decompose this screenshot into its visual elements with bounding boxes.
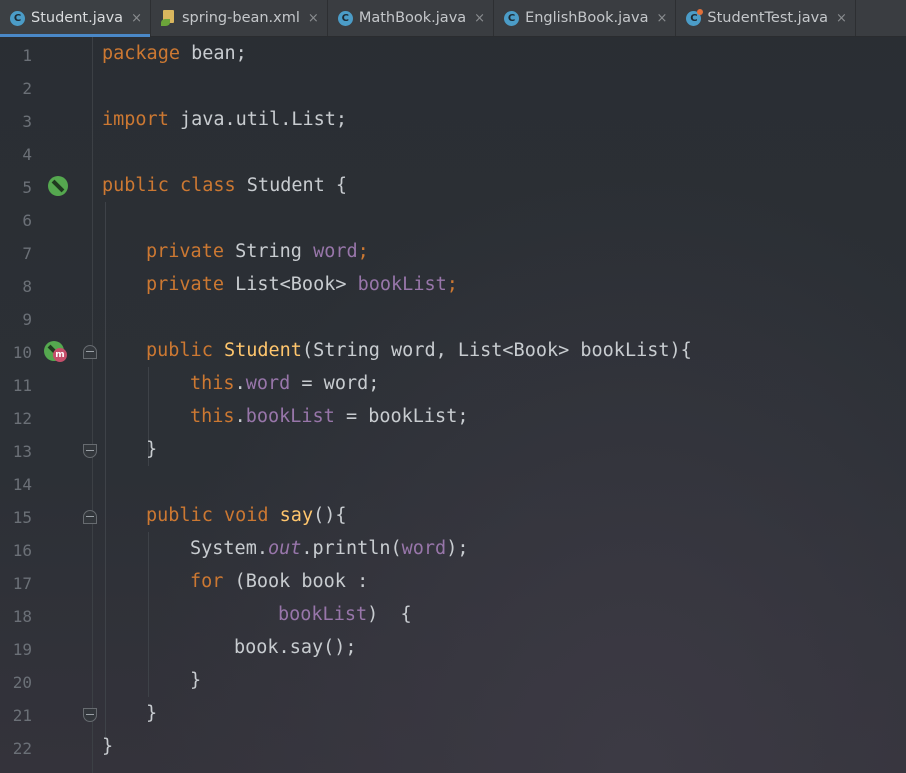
java-class-icon: C bbox=[504, 10, 520, 26]
code-line-17: for (Book book : bbox=[190, 571, 369, 592]
code-line-8: private List<Book> bookList; bbox=[146, 274, 458, 295]
line-number: 8 bbox=[22, 277, 32, 296]
line-number: 12 bbox=[12, 409, 32, 428]
line-number: 13 bbox=[12, 442, 32, 461]
tab-label: Student.java bbox=[31, 10, 124, 26]
code-line-16: System.out.println(word); bbox=[190, 538, 469, 559]
close-icon[interactable]: × bbox=[836, 11, 847, 26]
code-line-15: public void say(){ bbox=[146, 505, 347, 526]
spring-xml-icon bbox=[160, 10, 176, 26]
line-number: 10 bbox=[12, 343, 32, 362]
java-class-icon: C bbox=[337, 10, 353, 26]
tab-label: EnglishBook.java bbox=[525, 10, 649, 26]
code-line-12: this.bookList = bookList; bbox=[190, 406, 469, 427]
line-number: 20 bbox=[12, 673, 32, 692]
tab-studenttest-java[interactable]: C StudentTest.java × bbox=[676, 0, 856, 36]
line-number: 19 bbox=[12, 640, 32, 659]
tab-label: MathBook.java bbox=[358, 10, 467, 26]
method-badge-icon: m bbox=[53, 348, 67, 362]
code-line-13: } bbox=[146, 439, 158, 460]
close-icon[interactable]: × bbox=[131, 11, 142, 26]
spring-bean-icon[interactable] bbox=[48, 176, 68, 196]
line-number: 4 bbox=[22, 145, 32, 164]
code-line-21: } bbox=[146, 703, 158, 724]
line-number: 11 bbox=[12, 376, 32, 395]
editor-gutter: 1 2 3 4 5 6 7 8 9 10 11 12 13 14 15 16 1… bbox=[0, 37, 97, 773]
tab-student-java[interactable]: C Student.java × bbox=[0, 0, 151, 37]
code-line-11: this.word = word; bbox=[190, 373, 380, 394]
tab-label: StudentTest.java bbox=[707, 10, 829, 26]
ide-window: C Student.java × spring-bean.xml × C Mat… bbox=[0, 0, 906, 773]
line-number: 18 bbox=[12, 607, 32, 626]
fold-end-icon[interactable] bbox=[83, 444, 97, 458]
close-icon[interactable]: × bbox=[308, 11, 319, 26]
line-number: 14 bbox=[12, 475, 32, 494]
code-line-20: } bbox=[190, 670, 202, 691]
editor-tab-bar: C Student.java × spring-bean.xml × C Mat… bbox=[0, 0, 906, 37]
code-line-7: private String word; bbox=[146, 241, 369, 262]
code-line-5: public class Student { bbox=[102, 175, 348, 196]
line-number: 7 bbox=[22, 244, 32, 263]
tab-spring-bean-xml[interactable]: spring-bean.xml × bbox=[151, 0, 328, 36]
fold-start-icon[interactable] bbox=[83, 345, 97, 359]
line-number: 5 bbox=[22, 178, 32, 197]
code-line-18: bookList) { bbox=[278, 604, 412, 625]
code-line-19: book.say(); bbox=[234, 637, 357, 658]
code-line-3: import java.util.List; bbox=[102, 109, 348, 130]
code-editor[interactable]: package bean; import java.util.List; pub… bbox=[102, 37, 906, 763]
close-icon[interactable]: × bbox=[657, 11, 668, 26]
line-number: 3 bbox=[22, 112, 32, 131]
line-number: 15 bbox=[12, 508, 32, 527]
line-number: 2 bbox=[22, 79, 32, 98]
tab-englishbook-java[interactable]: C EnglishBook.java × bbox=[494, 0, 677, 36]
line-number: 1 bbox=[22, 46, 32, 65]
line-number: 6 bbox=[22, 211, 32, 230]
code-line-1: package bean; bbox=[102, 43, 247, 64]
code-line-10: public Student(String word, List<Book> b… bbox=[146, 340, 692, 361]
close-icon[interactable]: × bbox=[474, 11, 485, 26]
line-number: 16 bbox=[12, 541, 32, 560]
line-number: 9 bbox=[22, 310, 32, 329]
fold-start-icon[interactable] bbox=[83, 510, 97, 524]
java-class-icon: C bbox=[10, 10, 25, 26]
code-line-22: } bbox=[102, 736, 114, 757]
line-number: 17 bbox=[12, 574, 32, 593]
tab-label: spring-bean.xml bbox=[181, 10, 300, 26]
fold-end-icon[interactable] bbox=[83, 708, 97, 722]
line-number: 22 bbox=[12, 739, 32, 758]
tab-mathbook-java[interactable]: C MathBook.java × bbox=[328, 0, 495, 36]
line-number: 21 bbox=[12, 706, 32, 725]
java-test-class-icon: C bbox=[686, 8, 704, 26]
